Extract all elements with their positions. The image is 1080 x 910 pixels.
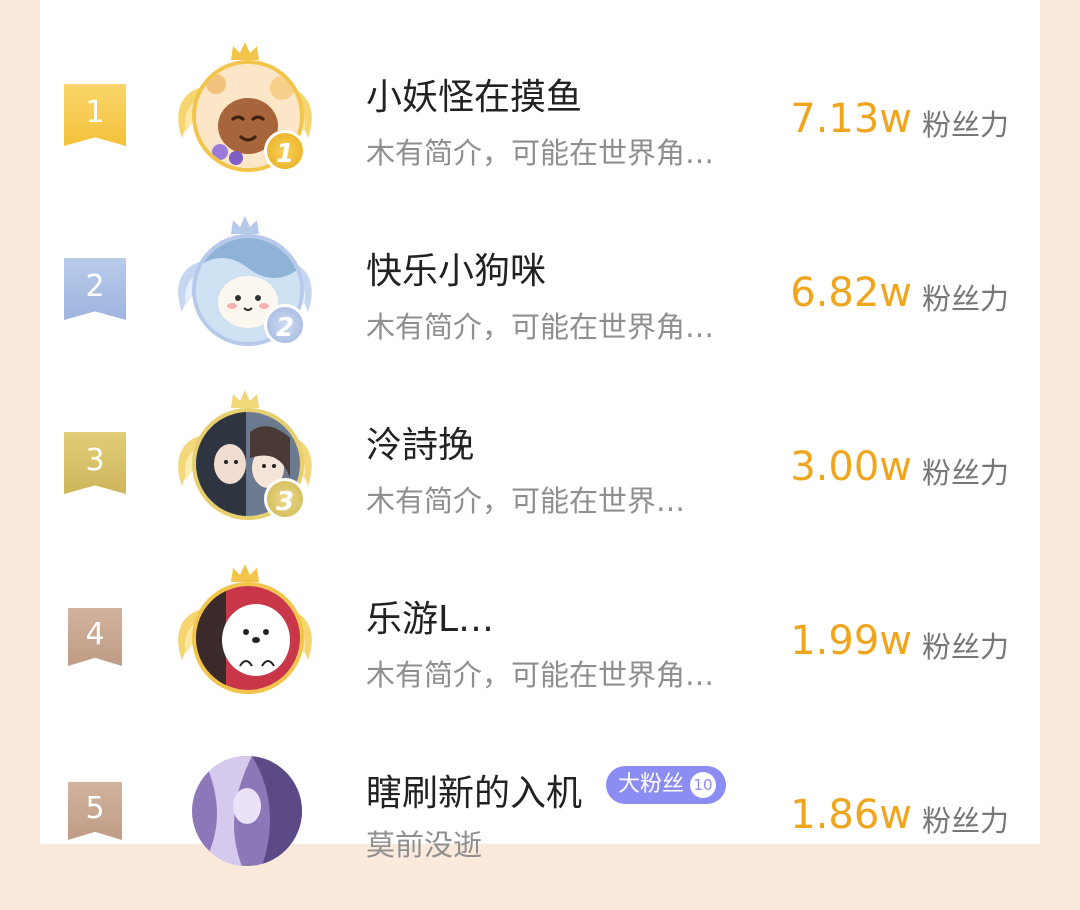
fan-score-1: 7.13w <box>790 96 912 142</box>
medal-3: 3 <box>264 478 306 520</box>
fan-score-2: 6.82w <box>790 270 912 316</box>
crown-icon <box>231 564 259 582</box>
crown-icon <box>231 42 259 60</box>
avatar-5 <box>192 756 302 866</box>
rank-flag-4: 4 <box>68 608 122 666</box>
fan-score-unit-5: 粉丝力 <box>922 804 1010 838</box>
user-name-3[interactable]: 泠詩挽 <box>366 416 474 468</box>
badge-level: 10 <box>690 772 717 798</box>
fan-score-unit-4: 粉丝力 <box>922 630 1010 664</box>
badge-label: 大粉丝 <box>618 772 685 797</box>
user-bio-2: 木有简介，可能在世界角… <box>366 310 715 344</box>
fan-score-4: 1.99w <box>790 618 912 664</box>
avatar-frame-4[interactable] <box>170 564 320 716</box>
rank-flag-1: 1 <box>64 84 126 146</box>
big-fan-badge: 大粉丝 10 <box>606 766 727 804</box>
fan-score-5: 1.86w <box>790 792 912 838</box>
medal-1: 1 <box>264 130 306 172</box>
medal-2: 2 <box>264 304 306 346</box>
rank-row-1[interactable]: 1 1 小妖怪在摸鱼 木有简介，可能在世界角… 7.13w 粉丝力 <box>40 40 1040 214</box>
ranking-card: 1 1 小妖怪在摸鱼 木有简介，可能在世界角… 7.13w 粉丝力 2 2 快乐… <box>40 0 1040 866</box>
crown-icon <box>231 216 259 234</box>
avatar-frame-2[interactable]: 2 <box>170 216 320 368</box>
avatar-frame-1[interactable]: 1 <box>170 42 320 194</box>
rank-flag-5: 5 <box>68 782 122 840</box>
fan-score-unit-2: 粉丝力 <box>922 282 1010 316</box>
rank-flag-2: 2 <box>64 258 126 320</box>
user-name-5[interactable]: 瞎刷新的入机 <box>366 764 582 816</box>
user-bio-4: 木有简介，可能在世界角… <box>366 658 715 692</box>
rank-row-3[interactable]: 3 3 泠詩挽 木有简介，可能在世界… 3.00w 粉丝力 <box>40 388 1040 562</box>
rank-flag-3: 3 <box>64 432 126 494</box>
rank-row-5[interactable]: 5 瞎刷新的入机 大粉丝 10 莫前没逝 1.86w 粉丝力 <box>40 736 1040 910</box>
avatar-4 <box>192 582 304 694</box>
user-name-4[interactable]: 乐游L… <box>366 590 494 642</box>
avatar-frame-3[interactable]: 3 <box>170 390 320 542</box>
fan-score-unit-1: 粉丝力 <box>922 108 1010 142</box>
user-bio-5: 莫前没逝 <box>366 828 483 862</box>
user-bio-3: 木有简介，可能在世界… <box>366 484 686 518</box>
user-name-2[interactable]: 快乐小狗咪 <box>366 242 546 294</box>
user-bio-1: 木有简介，可能在世界角… <box>366 136 715 170</box>
avatar-frame-5[interactable] <box>170 740 320 890</box>
fan-score-3: 3.00w <box>790 444 912 490</box>
user-name-1[interactable]: 小妖怪在摸鱼 <box>366 68 582 120</box>
rank-row-2[interactable]: 2 2 快乐小狗咪 木有简介，可能在世界角… 6.82w 粉丝力 <box>40 214 1040 388</box>
fan-score-unit-3: 粉丝力 <box>922 456 1010 490</box>
crown-icon <box>231 390 259 408</box>
rank-row-4[interactable]: 4 乐游L… 木有简介，可能在世界角… 1.99w 粉丝力 <box>40 562 1040 736</box>
